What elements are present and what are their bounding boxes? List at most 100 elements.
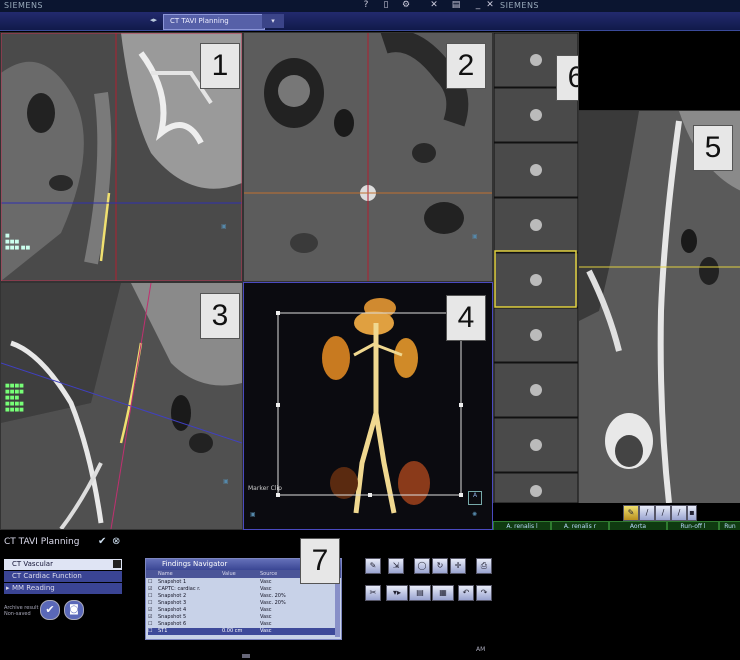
row-name: Snapshot 1 — [158, 579, 187, 585]
row-source: Vasc. 20% — [260, 593, 286, 599]
viewport-5[interactable]: 5 — [578, 110, 740, 504]
circle-tool-button[interactable]: ◯ — [414, 558, 430, 574]
viewport-6-number: 6 — [556, 55, 578, 101]
table-row[interactable]: ☑ Snapshot 4 Vasc — [148, 607, 336, 614]
fill-tool-button[interactable]: ▤ — [409, 585, 431, 601]
table-row[interactable]: ☐ Snapshot 3 Vasc. 20% — [148, 600, 336, 607]
row-name: CAPTC: cardiac r. — [158, 586, 201, 592]
help-icon[interactable]: ? — [360, 0, 372, 10]
row-name: Snapshot 2 — [158, 593, 187, 599]
col-source: Source — [260, 571, 278, 577]
table-row[interactable]: ☑ Snapshot 5 Vasc — [148, 614, 336, 621]
workflow-item-label: CT Cardiac Function — [12, 572, 82, 580]
tab-label: CT TAVI Planning — [170, 17, 229, 25]
viewport-6-image — [494, 33, 578, 503]
col-value: Value — [222, 571, 236, 577]
table-row-selected[interactable]: ☐ ST1 0.00 cm Vasc — [148, 628, 336, 635]
expand-arrow-icon: ▸ — [6, 584, 10, 592]
task-tab-bar — [0, 12, 740, 31]
table-row[interactable]: ☑ CAPTC: cardiac r. Vasc — [148, 586, 336, 593]
viewport-2-number: 2 — [446, 43, 486, 89]
viewport-4-label: Marker Clip — [248, 485, 282, 492]
cut-tool-button[interactable]: ✂ — [365, 585, 381, 601]
row-name: ST1 — [158, 628, 168, 634]
viewport-6[interactable]: 6 — [493, 32, 579, 504]
vessel-tool-2[interactable]: ∕ — [639, 505, 655, 521]
archive-confirm-button[interactable]: ✔ — [40, 600, 60, 620]
findings-navigator-title: Findings Navigator — [162, 560, 228, 568]
view-a-marker[interactable]: A — [468, 491, 482, 505]
row-name: Snapshot 6 — [158, 621, 187, 627]
viewport-2[interactable]: 2 ▣ — [243, 32, 493, 282]
row-source: Vasc — [260, 607, 272, 613]
vessel-label-list: ■■■■ ■■■■ ■■■ ■■■■ ■■■■ — [5, 383, 24, 413]
undo-button[interactable]: ↶ — [458, 585, 474, 601]
row-source: Vasc — [260, 614, 272, 620]
settings-icon[interactable]: ✺ — [472, 511, 477, 518]
row-source: Vasc — [260, 579, 272, 585]
workflow-item-mm-reading[interactable]: ▸ MM Reading — [4, 583, 122, 594]
close-icon[interactable]: ✕ — [484, 0, 496, 10]
workflow-item-label: CT Vascular — [12, 560, 53, 568]
paint-tool-button[interactable]: ▾▸ — [386, 585, 408, 601]
viewport-1-number: 1 — [200, 43, 240, 89]
minimize-icon[interactable]: _ — [472, 0, 484, 10]
workflow-item-marker-icon — [113, 560, 121, 568]
vessel-tool-3[interactable]: ∕ — [655, 505, 671, 521]
print-tool-button[interactable]: ⎙ — [476, 558, 492, 574]
workflow-confirm-icon[interactable]: ✔ — [98, 536, 106, 547]
viewport-5-number: 5 — [693, 125, 733, 171]
archive-label: Archive result Non-saved — [4, 605, 38, 617]
tab-ct-tavi-planning[interactable]: CT TAVI Planning — [163, 14, 265, 30]
workflow-item-ct-vascular[interactable]: CT Vascular — [4, 559, 122, 570]
vessel-tool-5[interactable]: ▪ — [687, 505, 697, 521]
viewport-1[interactable]: 1 ■ ■■■ ■■■ ■■ ▣ — [0, 32, 243, 282]
settings-icon[interactable]: ⚙ — [400, 0, 412, 10]
viewport-4[interactable]: 4 Marker Clip A ▣ ✺ — [243, 282, 493, 530]
orientation-cube-icon[interactable]: ▣ — [472, 233, 478, 240]
brand-logo-left: SIEMENS — [4, 1, 44, 10]
tab-dropdown-button[interactable]: ▾ — [262, 14, 284, 28]
pen-tool-button[interactable]: ✎ — [365, 558, 381, 574]
findings-navigator-number: 7 — [300, 538, 340, 584]
viewport-3[interactable]: 3 ■■■■ ■■■■ ■■■ ■■■■ ■■■■ ▣ — [0, 282, 243, 530]
workflow-title: CT TAVI Planning — [4, 537, 80, 547]
viewport-1-annotation: ■ ■■■ ■■■ ■■ — [5, 233, 31, 251]
bottom-handle[interactable] — [242, 654, 250, 658]
orientation-cube-icon[interactable]: ▣ — [223, 478, 229, 485]
row-name: Snapshot 3 — [158, 600, 187, 606]
brand-logo-right: SIEMENS — [500, 1, 540, 10]
row-source: Vasc — [260, 586, 272, 592]
viewport-4-number: 4 — [446, 295, 486, 341]
archive-sub-text: Non-saved — [4, 611, 31, 617]
vessel-tool-4[interactable]: ∕ — [671, 505, 687, 521]
row-source: Vasc — [260, 628, 272, 634]
crosshair-tool-button[interactable]: ✛ — [450, 558, 466, 574]
findings-scrollbar[interactable] — [335, 579, 340, 637]
row-value: 0.00 cm — [222, 628, 243, 634]
archive-action-button[interactable]: ◙ — [64, 600, 84, 620]
col-name: Name — [158, 571, 173, 577]
orientation-cube-icon[interactable]: ▣ — [250, 511, 256, 518]
orientation-cube-icon[interactable]: ▣ — [221, 223, 227, 230]
document-icon[interactable]: ▯ — [380, 0, 392, 10]
tab-navigation-arrows[interactable]: ◂▸ — [150, 16, 157, 24]
vessel-tool-active[interactable]: ✎ — [623, 505, 639, 521]
row-name: Snapshot 5 — [158, 614, 187, 620]
row-source: Vasc — [260, 621, 272, 627]
workflow-item-ct-cardiac-function[interactable]: CT Cardiac Function — [4, 571, 122, 582]
viewport-3-number: 3 — [200, 293, 240, 339]
tools-icon[interactable]: ✕ — [428, 0, 440, 10]
measure-tool-button[interactable]: ⇲ — [388, 558, 404, 574]
workflow-cancel-icon[interactable]: ⊗ — [112, 536, 120, 547]
archive-icon[interactable]: ▤ — [450, 0, 462, 10]
table-row[interactable]: ☐ Snapshot 6 Vasc — [148, 621, 336, 628]
layers-tool-button[interactable]: ▦ — [432, 585, 454, 601]
table-row[interactable]: ☐ Snapshot 2 Vasc. 20% — [148, 593, 336, 600]
rotate-tool-button[interactable]: ↻ — [432, 558, 448, 574]
workflow-item-label: MM Reading — [12, 584, 55, 592]
row-source: Vasc. 20% — [260, 600, 286, 606]
chevron-down-icon: ▾ — [271, 17, 275, 25]
redo-button[interactable]: ↷ — [476, 585, 492, 601]
vessel-toolbar: ✎ ∕ ∕ ∕ ▪ — [493, 503, 740, 521]
